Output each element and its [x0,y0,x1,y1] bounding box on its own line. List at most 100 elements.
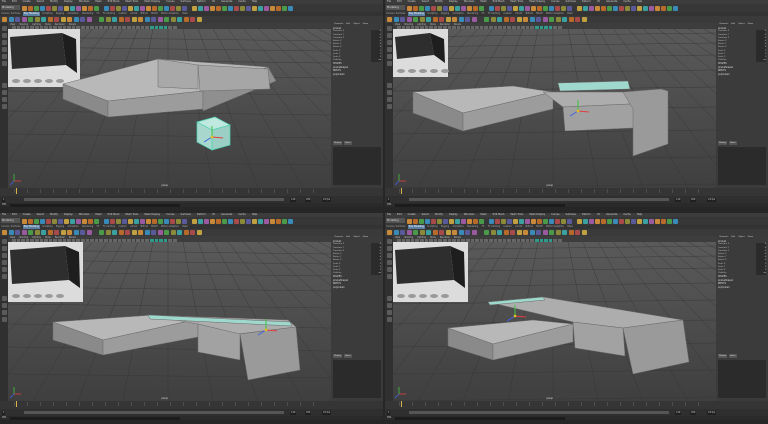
shelf-tool-icon[interactable] [439,230,444,235]
fps-dropdown[interactable]: 24 fps [707,197,717,202]
status-tool-icon[interactable] [413,5,418,11]
shelf-tool-icon[interactable] [41,230,46,235]
status-tool-icon[interactable] [46,5,51,11]
layout-icon[interactable] [386,296,392,301]
status-tool-icon[interactable] [82,218,87,224]
reference-image-plane[interactable] [393,242,468,302]
reference-image-plane[interactable] [393,29,449,77]
shelf-tool-icon[interactable] [131,230,137,235]
status-tool-icon[interactable] [589,218,594,224]
shelf-tool-icon[interactable] [144,230,150,235]
shelf-tool-icon[interactable] [86,17,92,22]
fps-dropdown[interactable]: 24 fps [322,197,332,202]
range-end-field[interactable]: 200 [305,197,312,202]
status-tool-icon[interactable] [146,5,151,11]
status-tool-icon[interactable] [76,218,81,224]
status-tool-icon[interactable] [122,218,127,224]
status-tool-icon[interactable] [407,5,412,11]
status-tool-icon[interactable] [222,218,227,224]
rotate-icon[interactable] [386,54,392,59]
shelf-tool-icon[interactable] [15,17,20,22]
status-tool-icon[interactable] [210,218,215,224]
status-tool-icon[interactable] [52,218,57,224]
status-tool-icon[interactable] [134,218,139,224]
layout-icon[interactable] [386,90,392,95]
time-slider[interactable] [0,401,383,409]
shelf-tool-icon[interactable] [138,17,143,22]
shelf-tool-icon[interactable] [177,17,182,22]
shelf-tool-icon[interactable] [21,17,27,22]
channel-box-tab[interactable]: Edit [731,236,735,239]
input-node-name[interactable]: polyCube1 [718,286,766,289]
status-tool-icon[interactable] [288,5,293,11]
reference-image-plane[interactable] [8,29,80,87]
status-tool-icon[interactable] [649,5,654,11]
status-tool-icon[interactable] [637,218,642,224]
layout-icon[interactable] [1,97,7,102]
status-tool-icon[interactable] [94,218,99,224]
layer-list[interactable] [718,360,766,398]
status-tool-icon[interactable] [164,218,169,224]
shelf-tool-icon[interactable] [105,230,111,235]
viewport-canvas[interactable] [393,242,716,401]
status-tool-icon[interactable] [443,218,448,224]
layout-icon[interactable] [386,97,392,102]
move-icon[interactable] [386,260,392,265]
status-tool-icon[interactable] [288,218,293,224]
status-tool-icon[interactable] [407,218,412,224]
status-tool-icon[interactable] [507,5,512,11]
shelf-tool-icon[interactable] [157,17,163,22]
rotate-icon[interactable] [1,267,7,272]
status-tool-icon[interactable] [152,5,157,11]
shelf-tool-icon[interactable] [426,230,431,235]
status-tool-icon[interactable] [543,218,548,224]
status-tool-icon[interactable] [555,218,560,224]
status-tool-icon[interactable] [216,5,221,11]
layer-tab[interactable]: Display [333,141,343,145]
paint-select-icon[interactable] [386,253,392,258]
status-tool-icon[interactable] [28,5,33,11]
status-tool-icon[interactable] [182,5,187,11]
shelf-tool-icon[interactable] [99,17,104,22]
reference-image-plane[interactable] [8,242,83,302]
shelf-tool-icon[interactable] [452,17,457,22]
shelf-tool-icon[interactable] [21,230,27,235]
range-end-field[interactable]: 200 [690,197,697,202]
status-tool-icon[interactable] [164,5,169,11]
viewport-canvas[interactable] [393,29,716,188]
status-tool-icon[interactable] [210,5,215,11]
move-icon[interactable] [1,260,7,265]
status-tool-icon[interactable] [549,5,554,11]
status-tool-icon[interactable] [258,5,263,11]
status-tool-icon[interactable] [495,218,500,224]
status-tool-icon[interactable] [643,218,648,224]
shelf-tool-icon[interactable] [54,17,59,22]
status-tool-icon[interactable] [437,5,442,11]
channel-box-tab[interactable]: Object [353,23,360,26]
status-tool-icon[interactable] [537,5,542,11]
shelf-tool-icon[interactable] [118,17,124,22]
shelf-tool-icon[interactable] [413,17,418,22]
channel-value-field[interactable]: on [371,272,381,276]
status-tool-icon[interactable] [158,218,163,224]
status-tool-icon[interactable] [104,5,109,11]
shelf-tool-icon[interactable] [47,230,53,235]
rotate-icon[interactable] [386,267,392,272]
status-tool-icon[interactable] [595,218,600,224]
shelf-tool-icon[interactable] [196,230,202,235]
status-tool-icon[interactable] [601,5,606,11]
status-tool-icon[interactable] [198,218,203,224]
shelf-tool-icon[interactable] [41,17,46,22]
layer-tab[interactable]: Anim [344,141,352,145]
shelf-tool-icon[interactable] [144,17,150,22]
shelf-tool-icon[interactable] [516,230,522,235]
status-tool-icon[interactable] [673,5,678,11]
layout-icon[interactable] [386,83,392,88]
start-frame-field[interactable]: 1 [387,410,391,415]
layer-tab[interactable]: Anim [729,141,737,145]
shelf-tool-icon[interactable] [170,230,176,235]
status-tool-icon[interactable] [577,218,582,224]
status-tool-icon[interactable] [637,5,642,11]
layer-list[interactable] [333,147,381,185]
status-tool-icon[interactable] [455,218,460,224]
